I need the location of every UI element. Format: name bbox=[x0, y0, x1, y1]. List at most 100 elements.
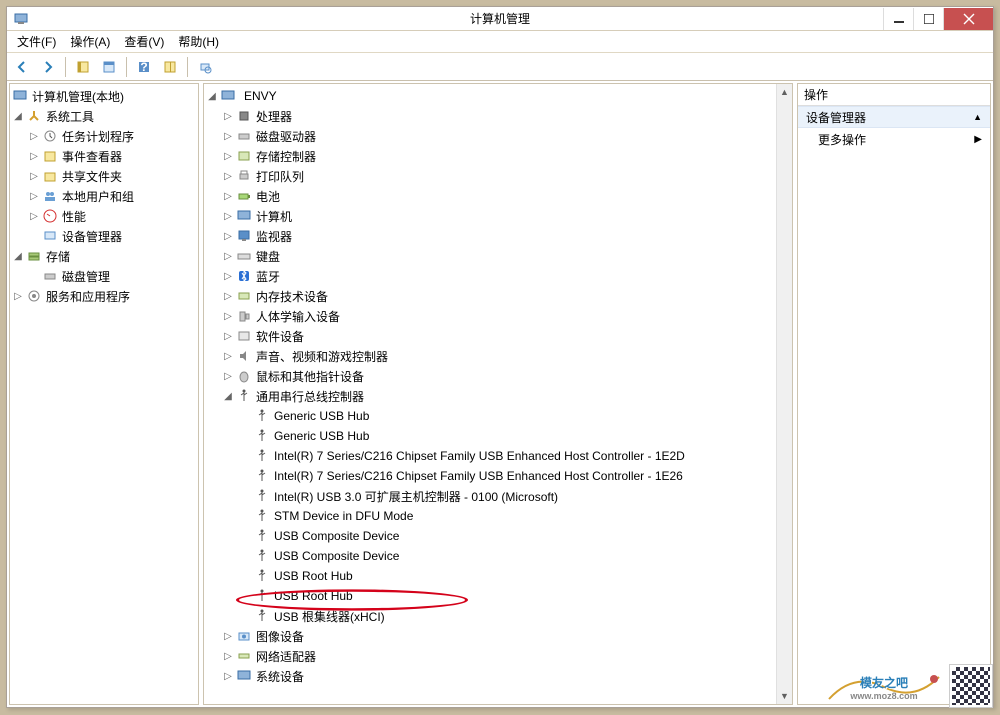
actions-more[interactable]: 更多操作 ▶ bbox=[798, 128, 990, 150]
expand-icon[interactable]: ▷ bbox=[28, 171, 40, 182]
cat-mouse[interactable]: ▷鼠标和其他指针设备 bbox=[206, 366, 790, 386]
usb-generic-hub-2[interactable]: Generic USB Hub bbox=[206, 426, 790, 446]
tree-tasksched[interactable]: ▷任务计划程序 bbox=[12, 126, 196, 146]
usb-generic-hub-1[interactable]: Generic USB Hub bbox=[206, 406, 790, 426]
tree-services[interactable]: ▷服务和应用程序 bbox=[12, 286, 196, 306]
expand-icon[interactable]: ▷ bbox=[222, 651, 234, 662]
vertical-scrollbar[interactable]: ▲ ▼ bbox=[776, 84, 792, 704]
usb-device-icon bbox=[254, 468, 270, 484]
expand-icon[interactable]: ▷ bbox=[222, 171, 234, 182]
cat-processors[interactable]: ▷处理器 bbox=[206, 106, 790, 126]
titlebar[interactable]: 计算机管理 bbox=[7, 7, 993, 31]
expand-icon[interactable]: ▷ bbox=[222, 351, 234, 362]
expand-icon[interactable]: ▷ bbox=[222, 331, 234, 342]
cat-imaging[interactable]: ▷图像设备 bbox=[206, 626, 790, 646]
tree-systools[interactable]: ◢系统工具 bbox=[12, 106, 196, 126]
cat-diskdrives[interactable]: ▷磁盘驱动器 bbox=[206, 126, 790, 146]
cat-software[interactable]: ▷软件设备 bbox=[206, 326, 790, 346]
minimize-button[interactable] bbox=[883, 8, 913, 30]
show-hide-tree-button[interactable] bbox=[72, 56, 94, 78]
device-tree[interactable]: ◢ENVY ▷处理器 ▷磁盘驱动器 ▷存储控制器 ▷打印队列 ▷电池 ▷计算机 … bbox=[204, 84, 792, 704]
expand-icon[interactable]: ▷ bbox=[28, 211, 40, 222]
tree-shared[interactable]: ▷共享文件夹 bbox=[12, 166, 196, 186]
expand-icon[interactable]: ▷ bbox=[222, 151, 234, 162]
console-tree[interactable]: 计算机管理(本地) ◢系统工具 ▷任务计划程序 ▷事件查看器 ▷共享文件夹 ▷本… bbox=[10, 84, 198, 308]
expand-icon[interactable]: ▷ bbox=[222, 631, 234, 642]
root-envy[interactable]: ◢ENVY bbox=[206, 86, 790, 106]
cat-usb[interactable]: ◢通用串行总线控制器 bbox=[206, 386, 790, 406]
network-icon bbox=[236, 648, 252, 664]
cat-memtech[interactable]: ▷内存技术设备 bbox=[206, 286, 790, 306]
usb-composite-1[interactable]: USB Composite Device bbox=[206, 526, 790, 546]
tree-perf[interactable]: ▷性能 bbox=[12, 206, 196, 226]
expand-icon[interactable]: ▷ bbox=[222, 231, 234, 242]
menu-file[interactable]: 文件(F) bbox=[11, 31, 62, 52]
tree-root[interactable]: 计算机管理(本地) bbox=[12, 86, 196, 106]
scan-hardware-button[interactable] bbox=[194, 56, 216, 78]
cat-printqueue[interactable]: ▷打印队列 bbox=[206, 166, 790, 186]
cat-monitor[interactable]: ▷监视器 bbox=[206, 226, 790, 246]
maximize-button[interactable] bbox=[913, 8, 943, 30]
tree-devmgr[interactable]: ▷设备管理器 bbox=[12, 226, 196, 246]
collapse-triangle-icon[interactable]: ▲ bbox=[973, 112, 982, 122]
cat-hid[interactable]: ▷人体学输入设备 bbox=[206, 306, 790, 326]
expand-icon[interactable]: ▷ bbox=[222, 211, 234, 222]
computer-icon bbox=[12, 88, 28, 104]
collapse-icon[interactable]: ◢ bbox=[12, 111, 24, 122]
expand-icon[interactable]: ▷ bbox=[222, 291, 234, 302]
help-button[interactable]: ? bbox=[133, 56, 155, 78]
cat-storagectrl[interactable]: ▷存储控制器 bbox=[206, 146, 790, 166]
expand-icon[interactable]: ▷ bbox=[28, 131, 40, 142]
menu-action[interactable]: 操作(A) bbox=[64, 31, 116, 52]
expand-icon[interactable]: ▷ bbox=[222, 311, 234, 322]
collapse-icon[interactable]: ◢ bbox=[12, 251, 24, 262]
battery-icon bbox=[236, 188, 252, 204]
usb-intel-xhci[interactable]: Intel(R) USB 3.0 可扩展主机控制器 - 0100 (Micros… bbox=[206, 486, 790, 506]
scroll-down-icon[interactable]: ▼ bbox=[777, 688, 792, 704]
expand-icon[interactable]: ▷ bbox=[222, 131, 234, 142]
cat-sound[interactable]: ▷声音、视频和游戏控制器 bbox=[206, 346, 790, 366]
usb-root-hub-1[interactable]: USB Root Hub bbox=[206, 566, 790, 586]
icon-view-button[interactable] bbox=[159, 56, 181, 78]
cat-computer[interactable]: ▷计算机 bbox=[206, 206, 790, 226]
expand-icon[interactable]: ▷ bbox=[222, 271, 234, 282]
expand-icon[interactable]: ▷ bbox=[12, 291, 24, 302]
tree-localusers[interactable]: ▷本地用户和组 bbox=[12, 186, 196, 206]
toolbar: ? bbox=[7, 53, 993, 81]
collapse-icon[interactable]: ◢ bbox=[222, 391, 234, 402]
expand-icon[interactable]: ▷ bbox=[222, 251, 234, 262]
cat-bluetooth[interactable]: ▷蓝牙 bbox=[206, 266, 790, 286]
expand-icon[interactable]: ▷ bbox=[222, 671, 234, 682]
usb-device-icon bbox=[254, 408, 270, 424]
expand-icon[interactable]: ▷ bbox=[28, 151, 40, 162]
usb-device-icon bbox=[254, 568, 270, 584]
cat-network[interactable]: ▷网络适配器 bbox=[206, 646, 790, 666]
back-button[interactable] bbox=[11, 56, 33, 78]
actions-group[interactable]: 设备管理器 ▲ bbox=[798, 106, 990, 128]
menu-help[interactable]: 帮助(H) bbox=[172, 31, 225, 52]
collapse-icon[interactable]: ◢ bbox=[206, 91, 218, 102]
scroll-up-icon[interactable]: ▲ bbox=[777, 84, 792, 100]
tree-eventviewer[interactable]: ▷事件查看器 bbox=[12, 146, 196, 166]
usb-intel-1e26[interactable]: Intel(R) 7 Series/C216 Chipset Family US… bbox=[206, 466, 790, 486]
usb-composite-2[interactable]: USB Composite Device bbox=[206, 546, 790, 566]
usb-device-icon bbox=[254, 488, 270, 504]
tree-storage[interactable]: ◢存储 bbox=[12, 246, 196, 266]
forward-button[interactable] bbox=[37, 56, 59, 78]
cpu-icon bbox=[236, 108, 252, 124]
usb-stm-dfu[interactable]: STM Device in DFU Mode bbox=[206, 506, 790, 526]
close-button[interactable] bbox=[943, 8, 993, 30]
printer-icon bbox=[236, 168, 252, 184]
properties-button[interactable] bbox=[98, 56, 120, 78]
menu-view[interactable]: 查看(V) bbox=[118, 31, 170, 52]
cat-battery[interactable]: ▷电池 bbox=[206, 186, 790, 206]
cat-keyboard[interactable]: ▷键盘 bbox=[206, 246, 790, 266]
tree-diskmgr[interactable]: ▷磁盘管理 bbox=[12, 266, 196, 286]
expand-icon[interactable]: ▷ bbox=[28, 191, 40, 202]
expand-icon[interactable]: ▷ bbox=[222, 371, 234, 382]
app-icon bbox=[13, 11, 29, 27]
usb-intel-1e2d[interactable]: Intel(R) 7 Series/C216 Chipset Family US… bbox=[206, 446, 790, 466]
cat-system[interactable]: ▷系统设备 bbox=[206, 666, 790, 686]
expand-icon[interactable]: ▷ bbox=[222, 191, 234, 202]
expand-icon[interactable]: ▷ bbox=[222, 111, 234, 122]
